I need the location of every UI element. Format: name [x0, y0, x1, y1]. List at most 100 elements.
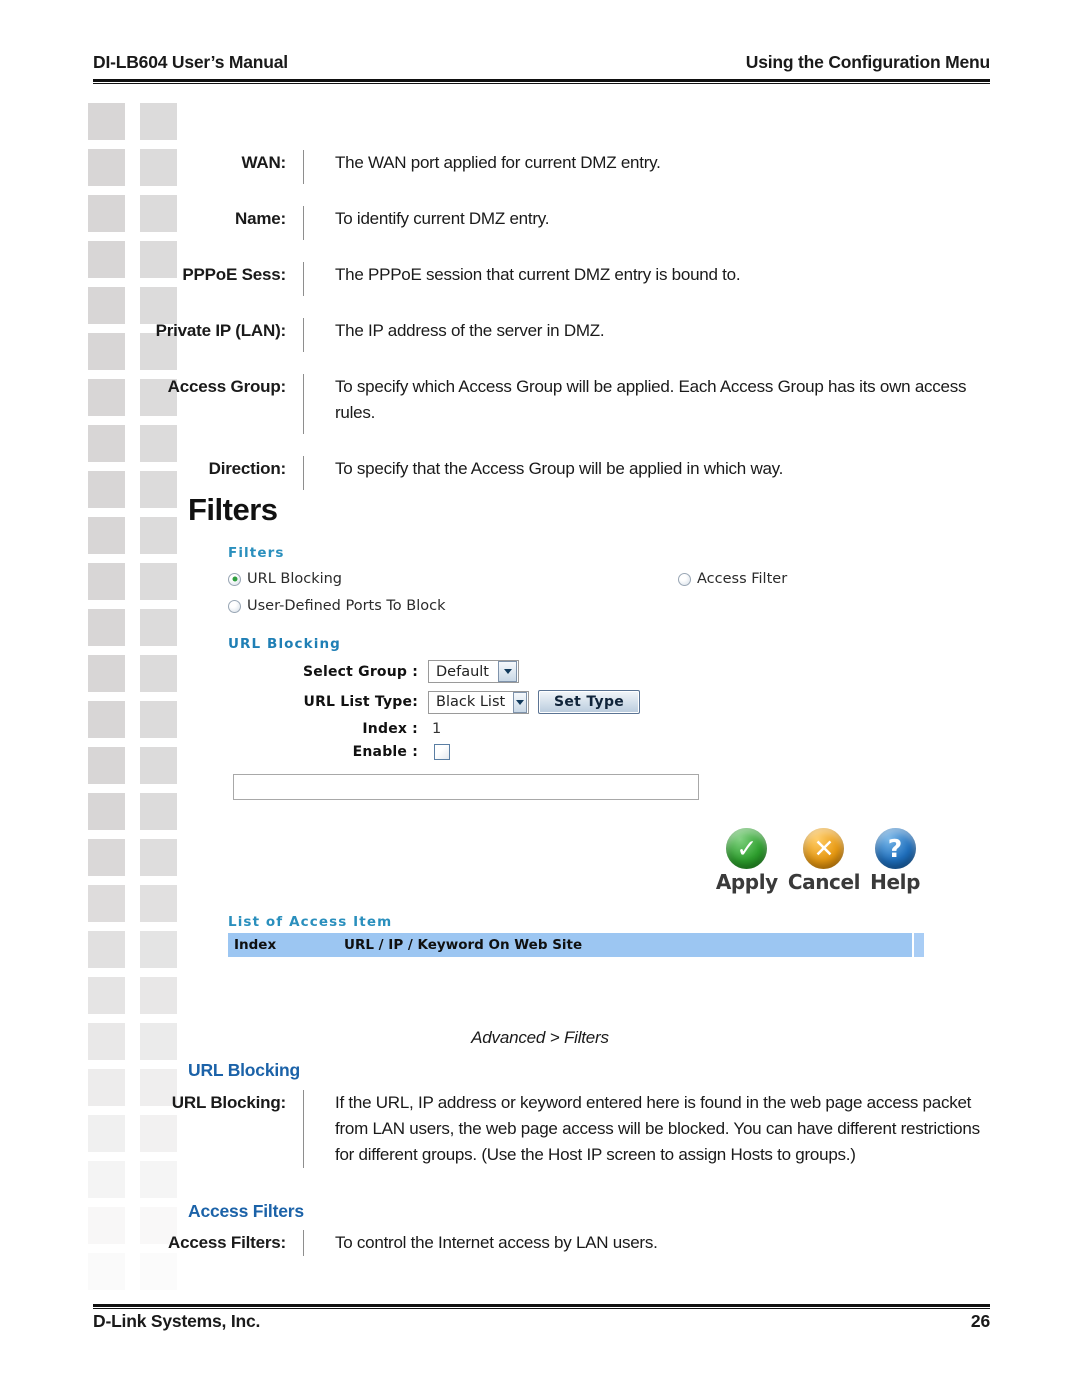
table-scrollbar[interactable]	[912, 933, 924, 957]
header-manual-title: DI-LB604 User’s Manual	[93, 52, 288, 72]
header-rule-thin	[93, 83, 990, 84]
index-value: 1	[432, 721, 442, 737]
chevron-down-icon[interactable]	[498, 661, 517, 682]
cancel-label: Cancel	[787, 870, 861, 894]
definition-row: Private IP (LAN): The IP address of the …	[93, 318, 993, 352]
radio-button-icon[interactable]	[678, 572, 691, 586]
figure-caption: Advanced > Filters	[471, 1028, 609, 1047]
definition-row: Access Group: To specify which Access Gr…	[93, 374, 993, 434]
chevron-down-icon[interactable]	[513, 691, 527, 713]
table-column-index: Index	[234, 937, 277, 953]
access-filters-definition-list: Access Filters: To control the Internet …	[93, 1230, 993, 1278]
check-icon: ✓	[726, 828, 768, 869]
running-footer: D-Link Systems, Inc. 26	[93, 1311, 990, 1332]
decorative-square	[140, 563, 177, 600]
decorative-square	[88, 655, 125, 692]
definition-row: URL Blocking: If the URL, IP address or …	[93, 1090, 993, 1168]
select-group-value: Default	[436, 663, 489, 680]
definition-row: Access Filters: To control the Internet …	[93, 1230, 993, 1256]
keyword-input[interactable]	[233, 774, 699, 800]
definition-description: To control the Internet access by LAN us…	[303, 1230, 993, 1256]
definition-description: To specify that the Access Group will be…	[303, 456, 993, 490]
table-title: List of Access Item	[228, 914, 393, 930]
index-label: Index :	[362, 721, 418, 737]
decorative-square	[140, 517, 177, 554]
definition-term: PPPoE Sess:	[182, 265, 286, 284]
decorative-square	[140, 103, 177, 140]
table-column-url: URL / IP / Keyword On Web Site	[344, 937, 583, 953]
enable-label: Enable :	[352, 744, 418, 760]
radio-user-defined-ports[interactable]: User-Defined Ports To Block	[228, 598, 446, 614]
radio-url-blocking[interactable]: URL Blocking	[228, 571, 678, 587]
decorative-square	[88, 747, 125, 784]
dmz-definition-list: WAN: The WAN port applied for current DM…	[93, 150, 993, 512]
decorative-square	[140, 655, 177, 692]
question-mark-icon: ?	[874, 828, 916, 869]
filters-legend: Filters	[228, 545, 285, 561]
url-list-type-dropdown[interactable]: Black List	[428, 690, 529, 714]
definition-term: Access Filters:	[168, 1233, 286, 1252]
decorative-square	[88, 609, 125, 646]
header-rule	[93, 79, 990, 82]
enable-checkbox[interactable]	[434, 744, 450, 760]
definition-term: Direction:	[208, 459, 287, 478]
select-group-dropdown[interactable]: Default	[428, 660, 519, 683]
definition-term: Access Group:	[167, 377, 287, 396]
definition-row: Name: To identify current DMZ entry.	[93, 206, 993, 240]
decorative-square	[140, 701, 177, 738]
definition-description: The PPPoE session that current DMZ entry…	[303, 262, 993, 296]
table-header-row: Index URL / IP / Keyword On Web Site	[228, 933, 924, 957]
definition-description: To specify which Access Group will be ap…	[303, 374, 993, 434]
decorative-square	[140, 747, 177, 784]
apply-button[interactable]: ✓ Apply	[716, 828, 778, 894]
decorative-square	[88, 885, 125, 922]
definition-description: The IP address of the server in DMZ.	[303, 318, 993, 352]
footer-rule-thin	[93, 1308, 990, 1309]
url-list-type-value: Black List	[436, 694, 506, 710]
definition-description: The WAN port applied for current DMZ ent…	[303, 150, 993, 184]
url-list-type-label: URL List Type:	[303, 694, 418, 710]
definition-row: PPPoE Sess: The PPPoE session that curre…	[93, 262, 993, 296]
page-title: Filters	[188, 492, 278, 527]
url-blocking-heading: URL Blocking	[188, 1060, 301, 1080]
cancel-button[interactable]: ✕ Cancel	[787, 828, 861, 894]
action-buttons: ✓ Apply ✕ Cancel ? Help	[716, 828, 920, 894]
definition-description: To identify current DMZ entry.	[303, 206, 993, 240]
radio-label: User-Defined Ports To Block	[247, 598, 446, 614]
running-header: DI-LB604 User’s Manual Using the Configu…	[93, 52, 990, 73]
set-type-button[interactable]: Set Type	[538, 690, 641, 714]
decorative-square	[88, 563, 125, 600]
definition-row: Direction: To specify that the Access Gr…	[93, 456, 993, 490]
decorative-square	[88, 517, 125, 554]
url-blocking-legend: URL Blocking	[228, 636, 341, 652]
router-ui-screenshot: Filters URL Blocking Access Filter User-…	[228, 545, 928, 1020]
decorative-square	[88, 793, 125, 830]
page-number: 26	[970, 1311, 990, 1331]
access-filters-heading: Access Filters	[188, 1201, 304, 1221]
decorative-square	[140, 839, 177, 876]
help-button[interactable]: ? Help	[870, 828, 920, 894]
help-label: Help	[870, 870, 920, 894]
decorative-square	[140, 793, 177, 830]
select-group-label: Select Group :	[302, 663, 418, 680]
footer-rule	[93, 1304, 990, 1307]
definition-term: Name:	[235, 209, 286, 228]
apply-label: Apply	[715, 870, 778, 894]
access-item-table: List of Access Item Index URL / IP / Key…	[228, 914, 928, 957]
definition-row: WAN: The WAN port applied for current DM…	[93, 150, 993, 184]
definition-term: Private IP (LAN):	[155, 321, 287, 340]
decorative-square	[140, 977, 177, 1014]
definition-description: If the URL, IP address or keyword entere…	[303, 1090, 993, 1168]
url-blocking-definition-list: URL Blocking: If the URL, IP address or …	[93, 1090, 993, 1190]
radio-label: Access Filter	[697, 571, 788, 587]
radio-access-filter[interactable]: Access Filter	[678, 571, 787, 587]
decorative-square	[88, 931, 125, 968]
decorative-square	[140, 931, 177, 968]
radio-button-icon[interactable]	[228, 599, 241, 613]
decorative-square	[88, 839, 125, 876]
definition-term: URL Blocking:	[171, 1093, 286, 1112]
radio-button-icon[interactable]	[228, 572, 241, 586]
radio-label: URL Blocking	[247, 571, 343, 587]
decorative-square	[140, 885, 177, 922]
decorative-square	[88, 103, 125, 140]
